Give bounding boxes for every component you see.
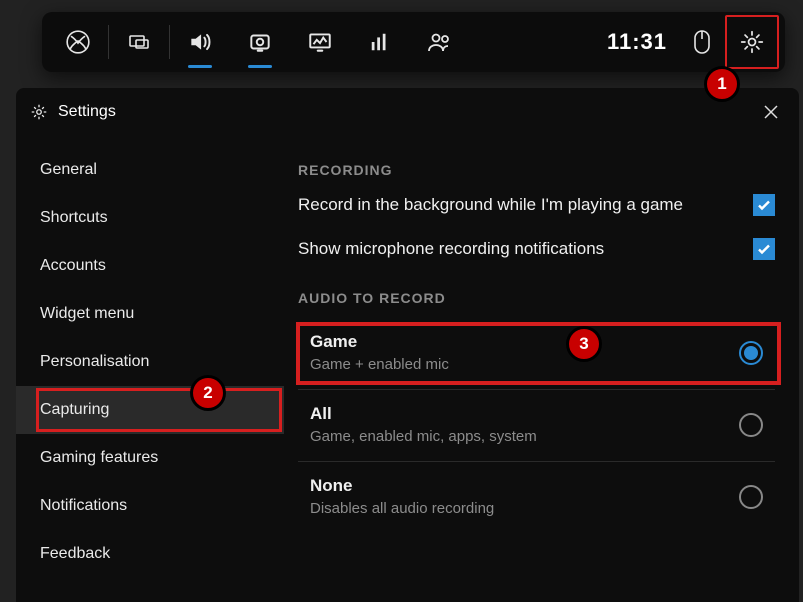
xbox-game-bar: 11:31 [42,12,785,72]
settings-button-highlight [725,15,779,69]
settings-panel: Settings General Shortcuts Accounts Widg… [16,88,799,602]
radio-title: All [310,404,725,424]
radio-title: Game [310,332,725,352]
sidebar-item-label: Accounts [40,257,106,274]
settings-content: RECORDING Record in the background while… [284,136,799,602]
performance-icon[interactable] [290,12,350,72]
sidebar-item-label: Capturing [40,401,109,418]
checkbox-row-mic-notifications[interactable]: Show microphone recording notifications [298,238,775,260]
sidebar-item-label: Personalisation [40,353,149,370]
capture-icon[interactable] [230,12,290,72]
checkbox-label: Record in the background while I'm playi… [298,195,739,215]
radio-row-all[interactable]: All Game, enabled mic, apps, system [298,394,775,457]
sidebar-item-label: General [40,161,97,178]
panel-header: Settings [16,88,799,136]
sidebar-item-general[interactable]: General [16,146,284,194]
checkbox-label: Show microphone recording notifications [298,239,739,259]
radio-row-game[interactable]: Game Game + enabled mic [298,322,775,385]
checkbox-row-background-record[interactable]: Record in the background while I'm playi… [298,194,775,216]
sidebar-item-label: Widget menu [40,305,134,322]
gear-icon [30,103,48,121]
checkbox-checked-icon[interactable] [753,238,775,260]
clock: 11:31 [595,29,679,55]
sidebar-item-notifications[interactable]: Notifications [16,482,284,530]
radio-button[interactable] [739,485,763,509]
sidebar-item-shortcuts[interactable]: Shortcuts [16,194,284,242]
close-icon[interactable] [757,98,785,126]
xbox-icon[interactable] [48,12,108,72]
radio-subtitle: Game, enabled mic, apps, system [310,428,725,445]
divider [298,461,775,462]
resources-icon[interactable] [350,12,410,72]
divider [298,389,775,390]
radio-button[interactable] [739,341,763,365]
sidebar-item-label: Gaming features [40,449,158,466]
sidebar-item-label: Shortcuts [40,209,108,226]
radio-title: None [310,476,725,496]
annotation-marker-3: 3 [566,326,602,362]
radio-subtitle: Game + enabled mic [310,356,725,373]
settings-sidebar: General Shortcuts Accounts Widget menu P… [16,136,284,602]
widgets-icon[interactable] [109,12,169,72]
sidebar-item-label: Feedback [40,545,110,562]
mouse-icon[interactable] [679,12,725,72]
radio-subtitle: Disables all audio recording [310,500,725,517]
sidebar-item-accounts[interactable]: Accounts [16,242,284,290]
sidebar-item-widget-menu[interactable]: Widget menu [16,290,284,338]
radio-button[interactable] [739,413,763,437]
sidebar-item-gaming-features[interactable]: Gaming features [16,434,284,482]
panel-title: Settings [58,103,116,121]
sidebar-item-capturing[interactable]: Capturing [16,386,284,434]
checkbox-checked-icon[interactable] [753,194,775,216]
section-heading-recording: RECORDING [298,162,775,178]
settings-icon[interactable] [739,29,765,55]
annotation-marker-2: 2 [190,375,226,411]
audio-icon[interactable] [170,12,230,72]
annotation-marker-1: 1 [704,66,740,102]
sidebar-item-personalisation[interactable]: Personalisation [16,338,284,386]
radio-row-none[interactable]: None Disables all audio recording [298,466,775,529]
audio-to-record-group: Game Game + enabled mic All Game, enable… [298,322,775,529]
sidebar-item-feedback[interactable]: Feedback [16,530,284,578]
section-heading-audio: AUDIO TO RECORD [298,290,775,306]
sidebar-item-label: Notifications [40,497,127,514]
social-icon[interactable] [410,12,470,72]
